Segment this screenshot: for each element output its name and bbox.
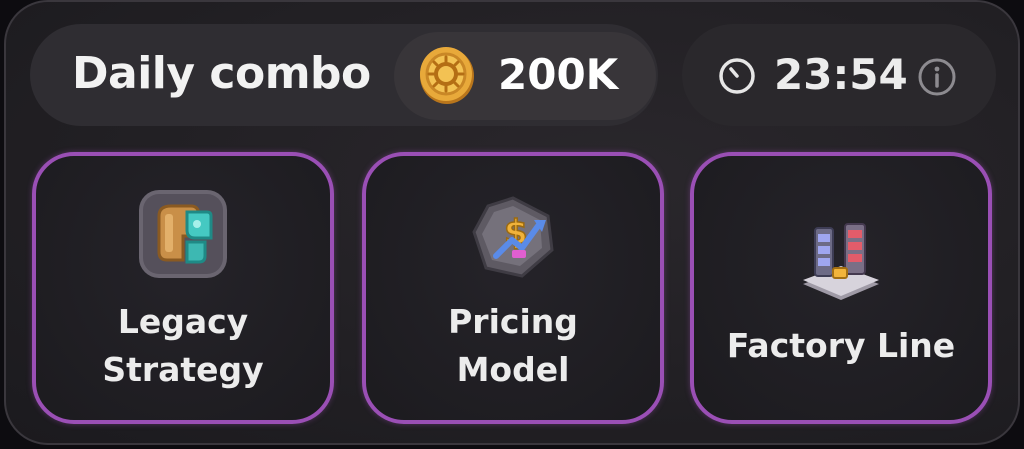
countdown-timer: 23:54: [774, 50, 908, 99]
coin-icon: [420, 47, 474, 104]
reward-amount: 200K: [498, 50, 619, 99]
factory-line-icon: [803, 223, 879, 300]
legacy-strategy-icon: [139, 190, 227, 278]
pricing-model-icon: $: [472, 196, 554, 278]
combo-card-factory-line[interactable]: Factory Line: [690, 152, 992, 424]
clock-icon: [719, 58, 755, 94]
card-label: Pricing Model: [448, 302, 578, 389]
daily-combo-title: Daily combo: [72, 48, 371, 99]
card-label: Legacy Strategy: [102, 302, 264, 389]
combo-card-pricing-model[interactable]: $ Pricing Model: [362, 152, 664, 424]
info-icon[interactable]: [916, 56, 958, 98]
combo-card-legacy-strategy[interactable]: Legacy Strategy: [32, 152, 334, 424]
card-label: Factory Line: [726, 326, 956, 365]
